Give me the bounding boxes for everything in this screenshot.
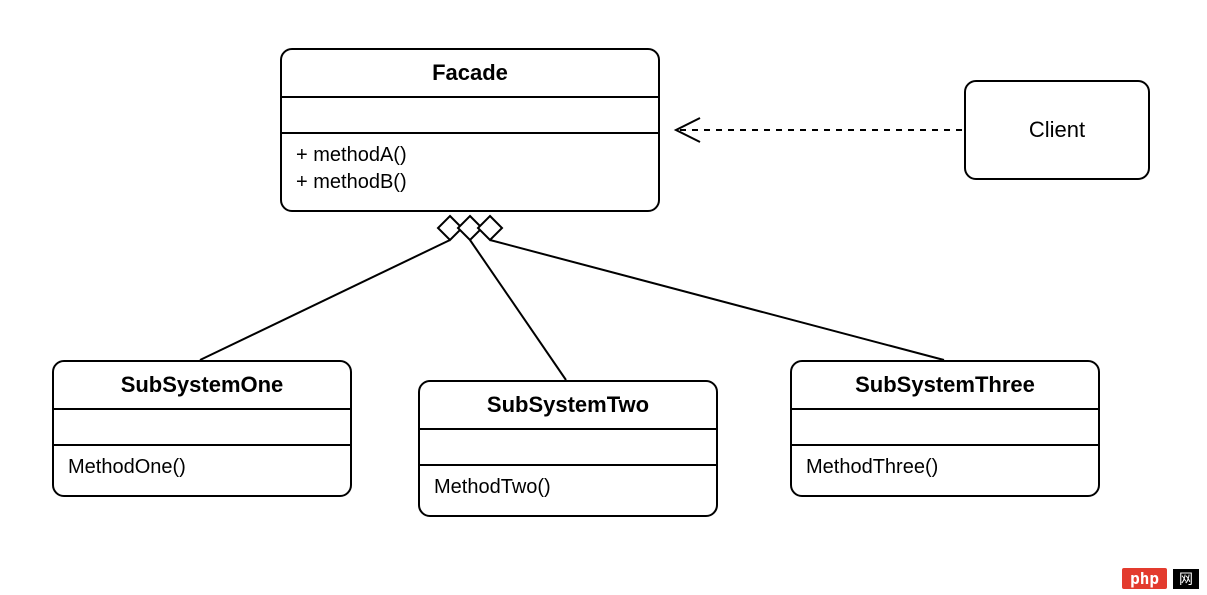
aggregation-diamond-one	[438, 216, 462, 240]
class-box-facade: Facade + methodA() + methodB()	[280, 48, 660, 212]
aggregation-diamond-two	[458, 216, 482, 240]
class-methods-facade: + methodA() + methodB()	[282, 134, 658, 210]
dependency-arrowhead	[676, 118, 700, 142]
watermark-suffix: 网	[1173, 569, 1199, 589]
uml-diagram: Facade + methodA() + methodB() Client Su…	[0, 0, 1207, 595]
method-item: + methodB()	[296, 169, 644, 196]
class-methods-subsystem-one: MethodOne()	[54, 446, 350, 495]
watermark: php 网	[1122, 568, 1199, 589]
aggregation-line-three	[490, 240, 944, 360]
class-box-subsystem-three: SubSystemThree MethodThree()	[790, 360, 1100, 497]
aggregation-line-one	[200, 240, 450, 360]
watermark-tag: php	[1122, 568, 1167, 589]
class-attributes-subsystem-three	[792, 410, 1098, 446]
class-title-client: Client	[1029, 117, 1085, 143]
aggregation-diamond-three	[478, 216, 502, 240]
class-attributes-facade	[282, 98, 658, 134]
class-methods-subsystem-two: MethodTwo()	[420, 466, 716, 515]
aggregation-line-two	[470, 240, 566, 380]
class-box-subsystem-two: SubSystemTwo MethodTwo()	[418, 380, 718, 517]
method-item: + methodA()	[296, 142, 644, 169]
method-item: MethodThree()	[806, 454, 1084, 481]
method-item: MethodTwo()	[434, 474, 702, 501]
class-methods-subsystem-three: MethodThree()	[792, 446, 1098, 495]
method-item: MethodOne()	[68, 454, 336, 481]
class-title-subsystem-three: SubSystemThree	[792, 362, 1098, 410]
class-box-subsystem-one: SubSystemOne MethodOne()	[52, 360, 352, 497]
class-title-facade: Facade	[282, 50, 658, 98]
class-title-subsystem-one: SubSystemOne	[54, 362, 350, 410]
class-box-client: Client	[964, 80, 1150, 180]
class-attributes-subsystem-two	[420, 430, 716, 466]
class-attributes-subsystem-one	[54, 410, 350, 446]
class-title-subsystem-two: SubSystemTwo	[420, 382, 716, 430]
